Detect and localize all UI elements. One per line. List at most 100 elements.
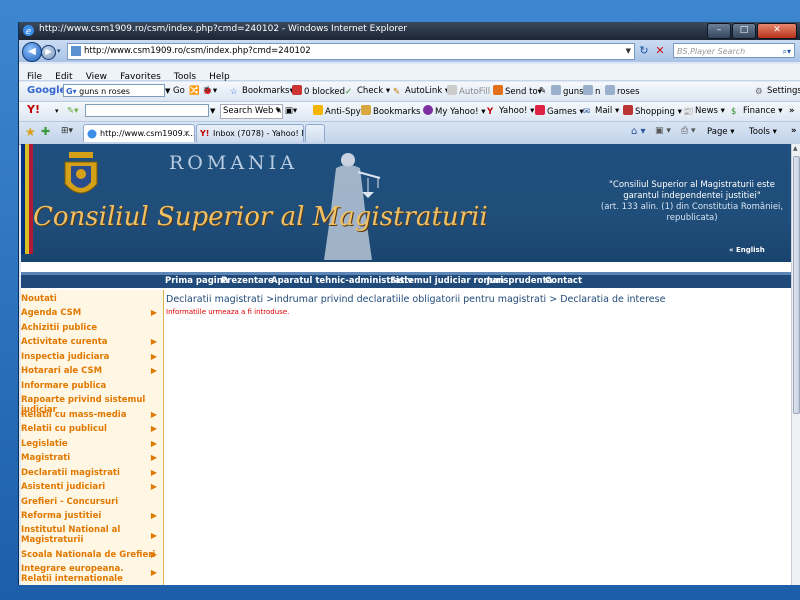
vertical-scrollbar[interactable]: ▲ [791, 144, 800, 585]
favorites-star-icon[interactable]: ★ [25, 125, 36, 139]
search-term-icon [605, 85, 615, 95]
highlight-icon[interactable]: ✎ [539, 85, 546, 98]
yahoo-logo-dropdown-icon[interactable]: ▾ [55, 105, 59, 118]
sidebar-item-label: Activitate curenta [21, 337, 108, 347]
sidebar-item[interactable]: Institutul National al Magistraturii ▶ [21, 525, 161, 545]
minimize-button[interactable]: – [707, 23, 731, 39]
sidebar-item[interactable]: Grefieri - Concursuri [21, 497, 161, 507]
news-button[interactable]: 📰News ▾ [683, 105, 725, 118]
search-term-n[interactable]: n [583, 85, 600, 99]
tabrow-more-button[interactable]: » [791, 126, 797, 136]
nav-prima-pagina[interactable]: Prima pagina [165, 276, 229, 286]
sidebar-item[interactable]: Integrare europeana. Relatii internation… [21, 564, 161, 584]
feeds-icon[interactable]: ▣ ▾ [655, 126, 671, 136]
sidebar-item[interactable]: Reforma justitiei ▶ [21, 511, 161, 521]
search-box[interactable]: BS.Player Search ⌕▾ [673, 43, 795, 58]
popup-blocker-button[interactable]: 0 blocked [292, 85, 345, 99]
yahoo-bookmarks-button[interactable]: Bookmarks ▾ [361, 105, 427, 119]
chevron-right-icon: ▶ [150, 352, 157, 361]
search-icon[interactable]: ⌕▾ [783, 44, 792, 59]
sidebar-item[interactable]: Inspectia judiciara ▶ [21, 352, 161, 362]
google-bookmarks-button[interactable]: ☆ Bookmarks▾ [230, 85, 294, 98]
google-go-button[interactable]: Go [173, 85, 185, 98]
nav-prezentare[interactable]: Prezentare [221, 276, 274, 286]
yahoo-search-web-button[interactable]: Search Web ▾ [220, 104, 284, 119]
google-tools-icon[interactable]: 🔀 🐞▾ [189, 85, 217, 98]
sidebar-item[interactable]: Relatii cu mass-media ▶ [21, 410, 161, 420]
print-icon[interactable]: ⎙ ▾ [681, 126, 696, 136]
add-favorite-icon[interactable]: ✚ [41, 125, 50, 138]
autofill-button[interactable]: AutoFill [447, 85, 490, 99]
sidebar-item[interactable]: Relatii cu publicul ▶ [21, 424, 161, 434]
search-term-guns[interactable]: guns [551, 85, 584, 99]
sidebar-item[interactable]: Noutati [21, 294, 161, 304]
romania-flag [21, 144, 33, 254]
sidebar-item[interactable]: Informare publica [21, 381, 161, 391]
home-icon[interactable]: ⌂ ▾ [631, 126, 646, 137]
sidebar-item[interactable]: Legislatie ▶ [21, 439, 161, 449]
anti-spy-button[interactable]: Anti-Spy [313, 105, 361, 119]
google-search-dropdown-icon[interactable]: ▼ [165, 85, 170, 98]
sidebar-item-label: Legislatie [21, 439, 68, 449]
google-search-input[interactable]: G▾ guns n roses [63, 84, 165, 97]
breadcrumb[interactable]: Declaratii magistrati >indrumar privind … [166, 294, 665, 305]
google-settings-button[interactable]: ⚙ Settings▾ [755, 85, 800, 98]
nav-contact[interactable]: Contact [545, 276, 582, 286]
tab-close-icon[interactable]: ✕ [183, 125, 190, 142]
address-dropdown-icon[interactable]: ▼ [626, 44, 631, 59]
send-to-button[interactable]: Send to▾ [493, 85, 542, 99]
sidebar-item[interactable]: Asistenti judiciari ▶ [21, 482, 161, 492]
spell-check-button[interactable]: ✓ Check ▾ [345, 85, 390, 98]
news-icon: 📰 [683, 107, 694, 117]
english-link[interactable]: « English [729, 246, 765, 254]
maximize-button[interactable]: □ [732, 23, 756, 39]
nav-jurisprudenta[interactable]: Jurisprudenta [487, 276, 552, 286]
sidebar-item[interactable]: Achizitii publice [21, 323, 161, 333]
finance-button[interactable]: $ Finance ▾ [731, 105, 783, 118]
close-button[interactable]: ✕ [757, 23, 797, 39]
sidebar-item[interactable]: Declaratii magistrati ▶ [21, 468, 161, 478]
tab-active[interactable]: http://www.csm1909.r... ✕ [83, 124, 195, 142]
history-dropdown-icon[interactable]: ▾ [57, 47, 61, 55]
banner-gap [21, 262, 791, 272]
quote-text: "Consiliul Superior al Magistraturii est… [609, 180, 775, 201]
sidebar-item[interactable]: Hotarari ale CSM ▶ [21, 366, 161, 376]
yahoo-search-input[interactable] [85, 104, 209, 117]
forward-button[interactable]: ▶ [41, 45, 56, 60]
tab-yahoo-mail[interactable]: Y! Inbox (7078) - Yahoo! Mail [196, 124, 304, 142]
yahoo-search-dropdown-icon[interactable]: ▼ [210, 105, 215, 118]
yahoo-button[interactable]: Y Yahoo! ▾ [487, 105, 534, 118]
sidebar-item[interactable]: Activitate curenta ▶ [21, 337, 161, 347]
scroll-thumb[interactable] [793, 156, 800, 414]
yahoo-more-button[interactable]: » [789, 105, 795, 118]
chevron-right-icon: ▶ [150, 337, 157, 346]
autolink-button[interactable]: ✎ AutoLink ▾ [393, 85, 449, 98]
back-button[interactable]: ◀ [22, 42, 42, 62]
tools-menu-button[interactable]: Tools ▾ [749, 127, 777, 137]
autofill-label: AutoFill [459, 87, 491, 97]
address-url: http://www.csm1909.ro/csm/index.php?cmd=… [84, 46, 311, 56]
mail-button[interactable]: ✉ Mail ▾ [583, 105, 619, 118]
sidebar-item[interactable]: Agenda CSM ▶ [21, 308, 161, 318]
page-icon [71, 46, 81, 56]
yahoo-logo[interactable]: Y! [27, 103, 40, 116]
games-button[interactable]: Games ▾ [535, 105, 584, 119]
refresh-icon[interactable]: ↻ [637, 44, 651, 58]
stop-icon[interactable]: ✕ [653, 44, 667, 58]
sidebar-item[interactable]: Scoala Nationala de Grefieri ▶ [21, 550, 161, 560]
yahoo-pencil2-icon[interactable]: ✎ ▣▾ [275, 105, 297, 118]
my-yahoo-button[interactable]: My Yahoo! ▾ [423, 105, 485, 119]
quick-tabs-icon[interactable]: ⊞▾ [61, 126, 73, 136]
shopping-button[interactable]: Shopping ▾ [623, 105, 682, 119]
new-tab-button[interactable] [305, 124, 325, 142]
chevron-right-icon: ▶ [150, 439, 157, 448]
sidebar-item[interactable]: Magistrati ▶ [21, 453, 161, 463]
sidebar-item-label: Relatii cu publicul [21, 424, 107, 434]
address-bar[interactable]: http://www.csm1909.ro/csm/index.php?cmd=… [67, 43, 635, 60]
yahoo-pencil-icon[interactable]: ✎▾ [67, 105, 78, 118]
scroll-up-icon[interactable]: ▲ [793, 145, 798, 152]
search-term-n-label: n [595, 87, 601, 97]
search-term-roses[interactable]: roses [605, 85, 640, 99]
page-menu-button[interactable]: Page ▾ [707, 127, 735, 137]
games-label: Games ▾ [547, 107, 584, 117]
